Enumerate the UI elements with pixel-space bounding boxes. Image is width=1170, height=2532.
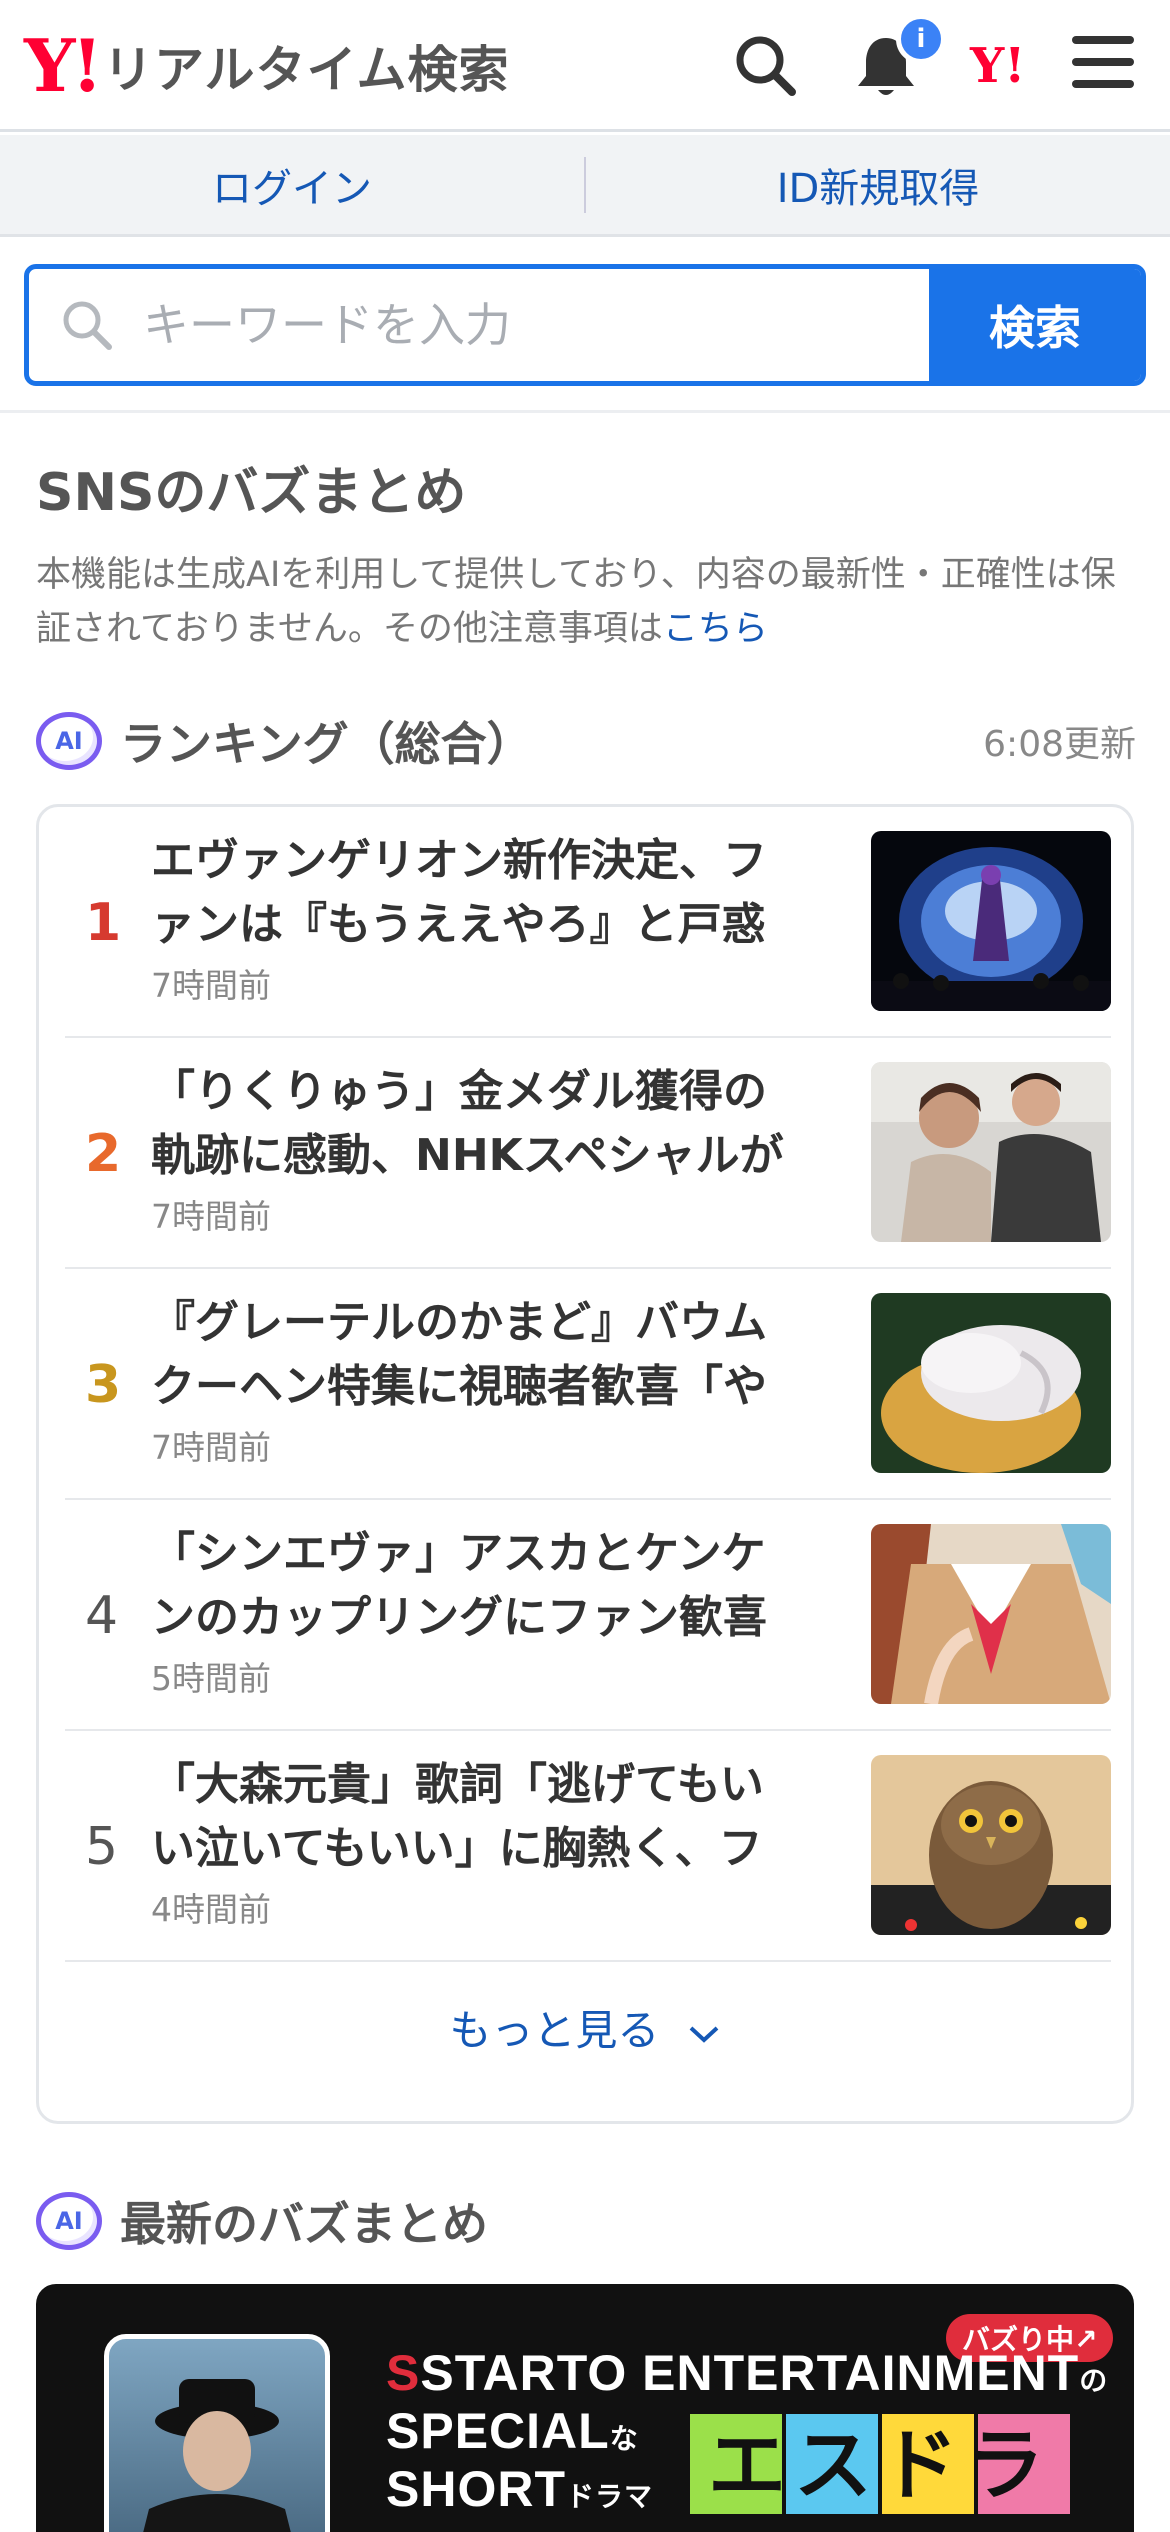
search-input[interactable]	[143, 298, 883, 352]
ai-icon: AI	[36, 2192, 102, 2250]
banner-line2-suffix: な	[609, 2423, 639, 2454]
ranking-item[interactable]: 5 「大森元貴」歌詞「逃げてもいい泣いてもいい」に胸熱く、ファ… 4時間前	[65, 1731, 1111, 1962]
banner-line3-suffix: ドラマ	[566, 2481, 654, 2512]
latest-title: 最新のバズまとめ	[120, 2197, 488, 2251]
disclaimer-link[interactable]: こちら	[663, 609, 768, 649]
search-field-icon	[63, 301, 112, 350]
ranking-header: AI ランキング（総合） 6:08更新	[36, 706, 1136, 776]
banner-person-photo	[104, 2334, 330, 2532]
yahoo-logo-mark: Y!	[24, 23, 103, 108]
banner-line-1: SSTARTO ENTERTAINMENTの	[386, 2345, 1109, 2401]
ranking-item[interactable]: 2 「りくりゅう」金メダル獲得の軌跡に感動、NHKスペシャルが話… 7時間前	[65, 1038, 1111, 1269]
ranking-time: 7時間前	[151, 966, 271, 1005]
search-bar: 検索	[24, 264, 1146, 386]
thumbnail-image[interactable]	[871, 1524, 1111, 1704]
logo-text: リアルタイム検索	[103, 41, 510, 99]
app-header: Y! リアルタイム検索 i Y!	[0, 0, 1170, 132]
ranking-item[interactable]: 1 エヴァンゲリオン新作決定、ファンは『もうええやろ』と戸惑い… 7時間前	[65, 807, 1111, 1038]
yahoo-home-icon[interactable]: Y!	[970, 38, 1025, 94]
page-title: SNSのバズまとめ	[36, 463, 467, 523]
banner-line2-text: SPECIAL	[386, 2403, 610, 2459]
rank-number: 1	[85, 892, 122, 953]
banner-line-3: SHORTドラマ	[386, 2460, 653, 2518]
thumbnail-image[interactable]	[871, 1293, 1111, 1473]
latest-header: AI 最新のバズまとめ	[36, 2186, 488, 2256]
esdora-logo: エスドラ	[690, 2414, 1070, 2514]
ranking-item[interactable]: 4 「シンエヴァ」アスカとケンケンのカップリングにファン歓喜と… 5時間前	[65, 1500, 1111, 1731]
rank-number: 2	[85, 1123, 122, 1184]
thumbnail-image[interactable]	[871, 1755, 1111, 1935]
chevron-down-icon	[689, 2026, 719, 2043]
esdora-text: エスドラ	[708, 2421, 1052, 2511]
banner-line1-text: STARTO ENTERTAINMENT	[420, 2345, 1080, 2401]
banner-line-2: SPECIALな	[386, 2402, 639, 2460]
ranking-item[interactable]: 3 『グレーテルのかまど』バウムクーヘン特集に視聴者歓喜「やば… 7時間前	[65, 1269, 1111, 1500]
banner-line1-suffix: の	[1079, 2365, 1109, 2396]
rank-number: 3	[85, 1354, 122, 1415]
menu-icon[interactable]	[1072, 36, 1134, 90]
yahoo-realtime-logo[interactable]: Y! リアルタイム検索	[24, 28, 510, 104]
notification-badge[interactable]: i	[896, 14, 946, 64]
ranking-card: 1 エヴァンゲリオン新作決定、ファンは『もうええやろ』と戸惑い… 7時間前 2 …	[36, 804, 1134, 2124]
search-button[interactable]: 検索	[929, 269, 1141, 381]
ranking-headline[interactable]: 「りくりゅう」金メダル獲得の軌跡に感動、NHKスペシャルが話…	[151, 1060, 787, 1188]
search-field[interactable]	[29, 269, 929, 381]
ranking-time: 7時間前	[151, 1197, 271, 1236]
section-divider	[0, 410, 1170, 413]
banner-line3-text: SHORT	[386, 2461, 566, 2517]
ranking-headline[interactable]: 『グレーテルのかまど』バウムクーヘン特集に視聴者歓喜「やば…	[151, 1291, 787, 1419]
ranking-time: 7時間前	[151, 1428, 271, 1467]
signup-link[interactable]: ID新規取得	[586, 156, 1170, 214]
ai-icon: AI	[36, 712, 102, 770]
ranking-headline[interactable]: エヴァンゲリオン新作決定、ファンは『もうええやろ』と戸惑い…	[151, 829, 787, 957]
ranking-time: 4時間前	[151, 1890, 271, 1929]
search-icon[interactable]	[730, 30, 802, 102]
thumbnail-image[interactable]	[871, 1062, 1111, 1242]
latest-banner[interactable]: バズり中↗ SSTARTO ENTERTAINMENTの SPECIALな SH…	[36, 2284, 1134, 2532]
rank-number: 4	[85, 1585, 119, 1646]
login-link[interactable]: ログイン	[0, 156, 584, 214]
ranking-time: 5時間前	[151, 1659, 271, 1698]
thumbnail-image[interactable]	[871, 831, 1111, 1011]
rank-number: 5	[85, 1816, 119, 1877]
login-bar: ログイン ID新規取得	[0, 135, 1170, 237]
ranking-updated-time: 6:08更新	[983, 724, 1136, 765]
disclaimer-text: 本機能は生成AIを利用して提供しており、内容の最新性・正確性は保証されておりませ…	[36, 555, 1116, 649]
show-more-label: もっと見る	[449, 2006, 660, 2055]
ranking-headline[interactable]: 「大森元貴」歌詞「逃げてもいい泣いてもいい」に胸熱く、ファ…	[151, 1753, 787, 1881]
ranking-headline[interactable]: 「シンエヴァ」アスカとケンケンのカップリングにファン歓喜と…	[151, 1522, 787, 1650]
disclaimer: 本機能は生成AIを利用して提供しており、内容の最新性・正確性は保証されておりませ…	[36, 548, 1136, 656]
ranking-title: ランキング（総合）	[120, 717, 533, 771]
show-more-button[interactable]: もっと見る	[39, 1997, 1131, 2058]
